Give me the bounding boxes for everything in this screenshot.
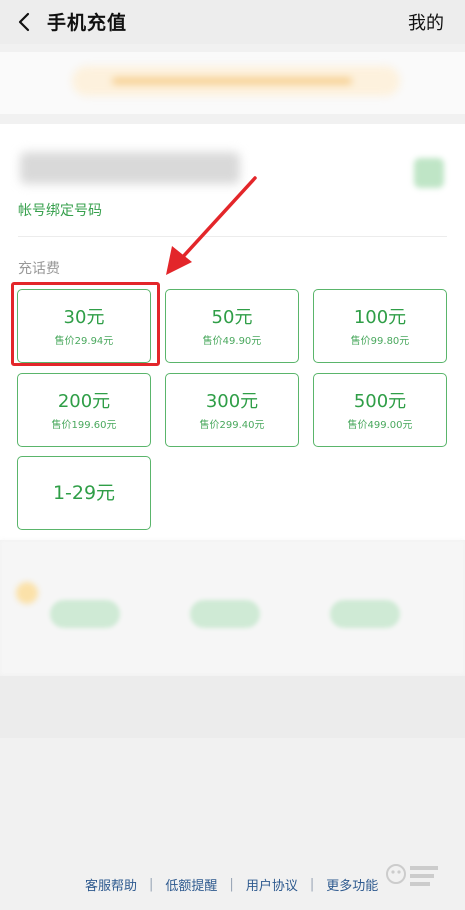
phone-number-input[interactable] xyxy=(20,152,240,184)
option-price: 售价99.80元 xyxy=(350,335,410,347)
promo-banner[interactable] xyxy=(72,66,400,96)
recharge-option-custom[interactable]: 1-29元 xyxy=(17,456,151,530)
recharge-option[interactable]: 500元 售价499.00元 xyxy=(313,373,447,447)
recharge-option[interactable]: 50元 售价49.90元 xyxy=(165,289,299,363)
option-amount: 300元 xyxy=(205,390,259,412)
option-price: 售价199.60元 xyxy=(51,419,117,431)
separator: | xyxy=(229,876,234,892)
recharge-option[interactable]: 200元 售价199.60元 xyxy=(17,373,151,447)
option-amount: 500元 xyxy=(353,390,407,412)
blurred-strip xyxy=(0,676,465,738)
back-button[interactable] xyxy=(10,8,38,36)
option-amount: 200元 xyxy=(57,390,111,412)
separator: | xyxy=(309,876,315,892)
section-label-recharge: 充话费 xyxy=(18,261,60,277)
footer-link-help[interactable]: 客服帮助 xyxy=(85,875,137,894)
my-button[interactable]: 我的 xyxy=(408,9,444,35)
divider xyxy=(18,236,447,237)
option-amount: 100元 xyxy=(353,306,407,328)
footer-link-agreement[interactable]: 用户协议 xyxy=(246,875,298,894)
option-amount: 50元 xyxy=(211,306,253,328)
watermark-logo xyxy=(386,864,438,886)
separator: | xyxy=(149,876,154,892)
option-price: 售价499.00元 xyxy=(347,419,413,431)
recharge-option[interactable]: 300元 售价299.40元 xyxy=(165,373,299,447)
contact-icon[interactable] xyxy=(414,158,444,188)
option-price: 售价49.90元 xyxy=(202,335,262,347)
page-title: 手机充值 xyxy=(47,12,128,34)
navigation-bar: 手机充值 我的 xyxy=(0,0,465,44)
services-section xyxy=(0,540,465,675)
promo-icon xyxy=(16,582,38,604)
footer-link-more[interactable]: 更多功能 xyxy=(326,875,378,894)
bind-number-link[interactable]: 帐号绑定号码 xyxy=(18,200,102,220)
recharge-option[interactable]: 100元 售价99.80元 xyxy=(313,289,447,363)
chevron-left-icon xyxy=(18,12,30,32)
footer-link-low-balance[interactable]: 低额提醒 xyxy=(165,875,217,894)
highlight-box xyxy=(11,282,160,366)
footer-links: 客服帮助 | 低额提醒 | 用户协议 | 更多功能 xyxy=(85,874,378,894)
option-amount: 1-29元 xyxy=(52,482,116,504)
option-price: 售价299.40元 xyxy=(199,419,265,431)
